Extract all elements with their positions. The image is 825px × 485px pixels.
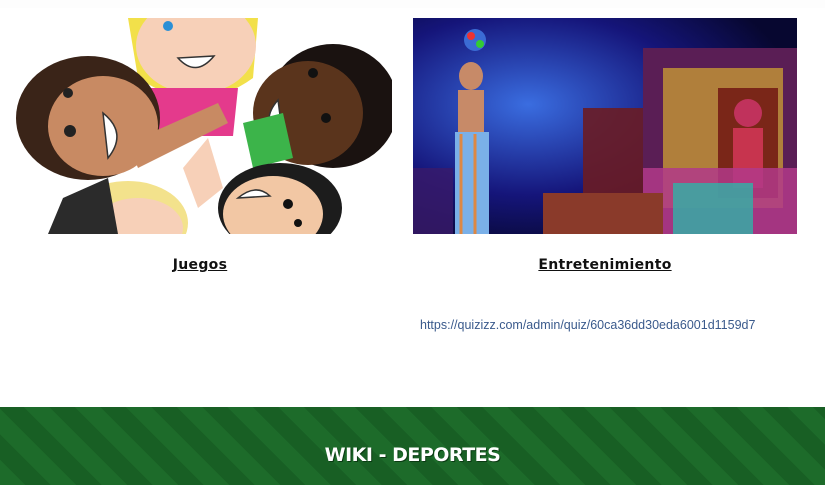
juegos-link[interactable]: Juegos	[8, 257, 392, 273]
juegos-image[interactable]	[8, 18, 392, 234]
top-edge	[0, 0, 825, 8]
footer-bar: WIKI - DEPORTES	[0, 407, 825, 485]
circus-photo	[413, 18, 797, 234]
entretenimiento-link[interactable]: Entretenimiento	[413, 257, 797, 273]
quiz-url-link[interactable]: https://quizizz.com/admin/quiz/60ca36dd3…	[420, 318, 755, 332]
entretenimiento-image[interactable]	[413, 18, 797, 234]
footer-title: WIKI - DEPORTES	[324, 444, 501, 466]
kids-illustration	[16, 18, 392, 234]
